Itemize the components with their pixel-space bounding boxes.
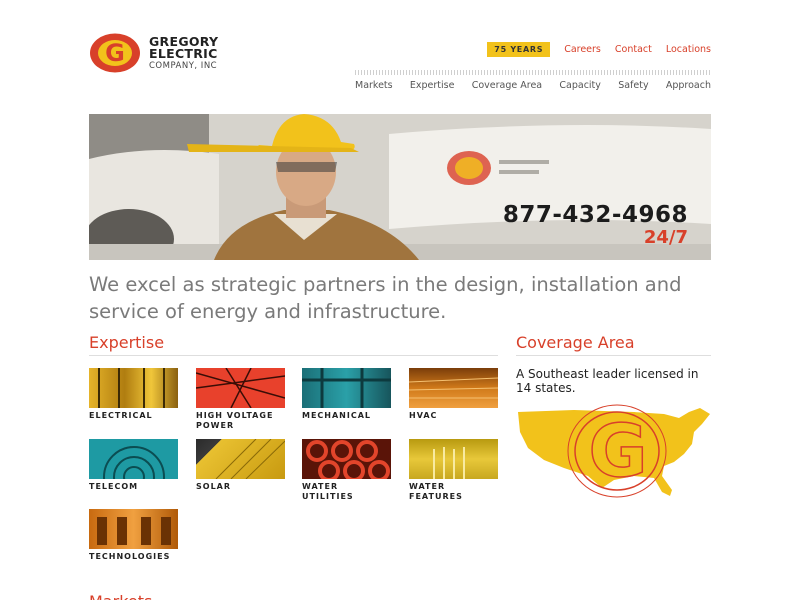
locations-link[interactable]: Locations (666, 44, 711, 55)
tile-water-features[interactable]: WATER FEATURES (409, 439, 498, 502)
coverage-description: A Southeast leader licensed in 14 states… (516, 367, 699, 395)
tile-label: MECHANICAL (302, 411, 372, 420)
hero-phone-number[interactable]: 877-432-4968 (503, 202, 688, 228)
tile-label: TECHNOLOGIES (89, 552, 171, 561)
hero-photo (89, 114, 711, 260)
nav-coverage-area[interactable]: Coverage Area (472, 80, 542, 91)
tile-label: TELECOM (89, 482, 139, 491)
tile-hvac[interactable]: HVAC (409, 368, 498, 421)
main-nav: Markets Expertise Coverage Area Capacity… (355, 70, 711, 91)
us-coverage-map[interactable]: G (514, 404, 714, 504)
hvac-image (409, 368, 498, 408)
svg-text:G: G (105, 39, 125, 67)
tile-mechanical[interactable]: MECHANICAL (302, 368, 391, 421)
coverage-heading[interactable]: Coverage Area (516, 333, 635, 352)
nav-divider (355, 70, 711, 75)
technologies-image (89, 509, 178, 549)
svg-text:G: G (588, 409, 647, 493)
water-features-image (409, 439, 498, 479)
solar-image (196, 439, 285, 479)
hero-hours: 24/7 (643, 227, 688, 248)
hero-banner: 877-432-4968 24/7 (89, 114, 711, 260)
tagline: We excel as strategic partners in the de… (89, 273, 682, 323)
careers-link[interactable]: Careers (564, 44, 601, 55)
nav-markets[interactable]: Markets (355, 80, 393, 91)
nav-capacity[interactable]: Capacity (559, 80, 601, 91)
tile-electrical[interactable]: ELECTRICAL (89, 368, 178, 421)
utility-nav: 75 YEARS Careers Contact Locations (487, 42, 711, 57)
coverage-divider (516, 355, 711, 356)
logo-g-icon: G (89, 33, 141, 73)
tile-label: SOLAR (196, 482, 232, 491)
nav-expertise[interactable]: Expertise (410, 80, 455, 91)
tile-high-voltage-power[interactable]: HIGH VOLTAGE POWER (196, 368, 285, 431)
logo-name-line3: COMPANY, INC (149, 60, 218, 71)
75-years-badge[interactable]: 75 YEARS (487, 42, 551, 57)
high-voltage-image (196, 368, 285, 408)
logo-name-line2: ELECTRIC (149, 46, 218, 62)
contact-link[interactable]: Contact (615, 44, 652, 55)
electrical-image (89, 368, 178, 408)
tile-label: WATER FEATURES (409, 482, 463, 501)
tile-label: HIGH VOLTAGE POWER (196, 411, 274, 430)
tile-label: ELECTRICAL (89, 411, 153, 420)
mechanical-image (302, 368, 391, 408)
expertise-heading[interactable]: Expertise (89, 333, 164, 352)
tile-water-utilities[interactable]: WATER UTILITIES (302, 439, 391, 502)
tile-label: HVAC (409, 411, 438, 420)
tile-solar[interactable]: SOLAR (196, 439, 285, 492)
nav-safety[interactable]: Safety (618, 80, 648, 91)
tile-label: WATER UTILITIES (302, 482, 354, 501)
water-utilities-image (302, 439, 391, 479)
nav-approach[interactable]: Approach (666, 80, 711, 91)
expertise-divider (89, 355, 498, 356)
company-logo[interactable]: G GREGORY ELECTRIC COMPANY, INC (89, 33, 218, 73)
tile-telecom[interactable]: TELECOM (89, 439, 178, 492)
markets-heading[interactable]: Markets (89, 592, 152, 600)
tile-technologies[interactable]: TECHNOLOGIES (89, 509, 178, 562)
telecom-image (89, 439, 178, 479)
